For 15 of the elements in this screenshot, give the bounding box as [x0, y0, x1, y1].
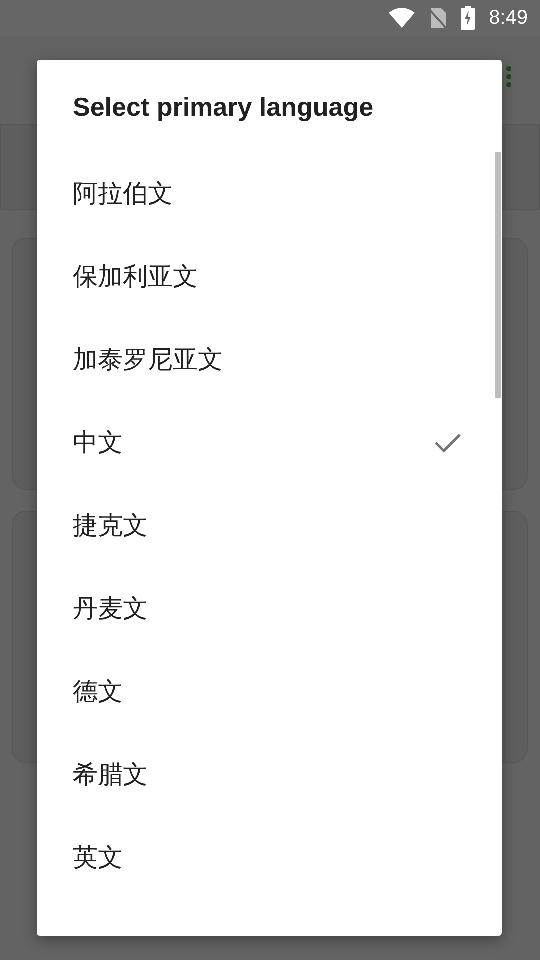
battery-charging-icon	[461, 6, 476, 30]
no-sim-icon	[429, 7, 448, 29]
language-option[interactable]: 德文	[37, 650, 502, 733]
language-option[interactable]: 保加利亚文	[37, 235, 502, 318]
wifi-icon	[389, 8, 416, 28]
language-option[interactable]: 丹麦文	[37, 567, 502, 650]
language-option[interactable]: 中文	[37, 401, 502, 484]
language-option[interactable]: 英文	[37, 816, 502, 899]
language-option[interactable]: 加泰罗尼亚文	[37, 318, 502, 401]
dialog-title: Select primary language	[72, 91, 375, 124]
clock-time: 8:49	[489, 6, 528, 30]
more-options-icon	[506, 66, 512, 88]
language-option[interactable]: 阿拉伯文	[37, 152, 502, 235]
language-option[interactable]: 希腊文	[37, 733, 502, 816]
language-option[interactable]: 捷克文	[37, 484, 502, 567]
